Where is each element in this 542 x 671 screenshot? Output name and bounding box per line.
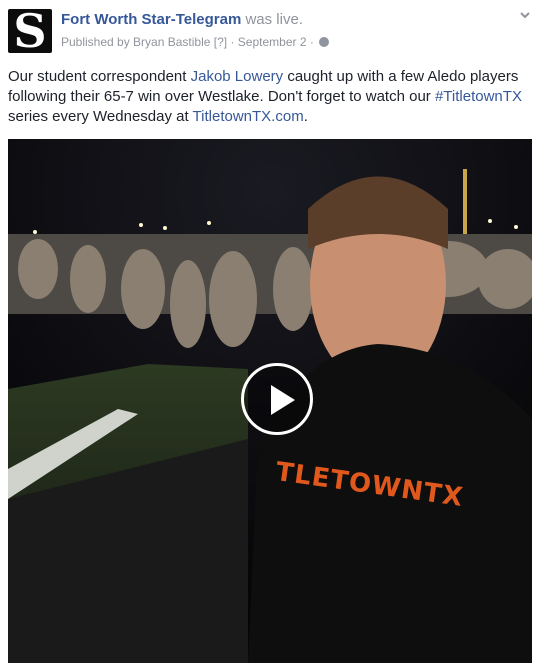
video-player[interactable]: TLETOWNTX [8,139,532,663]
publisher-label: Published by Bryan Bastible [61,35,211,49]
chevron-down-icon[interactable] [518,8,532,22]
help-marker[interactable]: [?] [214,35,227,49]
post-meta: Published by Bryan Bastible [?] · Septem… [61,35,330,50]
feed-post: S Fort Worth Star-Telegram was live. Pub… [0,0,542,671]
message-text-1: Our student correspondent [8,68,191,85]
page-name-link[interactable]: Fort Worth Star-Telegram [61,11,241,28]
globe-icon [319,37,330,47]
play-icon[interactable] [241,363,313,435]
post-header: Fort Worth Star-Telegram was live. [61,10,303,29]
meta-separator-2: · [309,35,314,49]
meta-separator: · [230,35,235,49]
page-logo: S [13,9,47,53]
message-text-3: series every Wednesday at [8,108,193,125]
post-date-link[interactable]: September 2 [238,35,307,49]
message-text-4: . [303,108,308,125]
page-avatar[interactable]: S [8,9,52,53]
live-status: was live. [245,11,303,28]
hashtag-link[interactable]: #TitletownTX [435,88,522,105]
url-link[interactable]: TitletownTX.com [193,108,304,125]
mention-link[interactable]: Jakob Lowery [191,68,284,85]
post-message: Our student correspondent Jakob Lowery c… [8,67,528,127]
